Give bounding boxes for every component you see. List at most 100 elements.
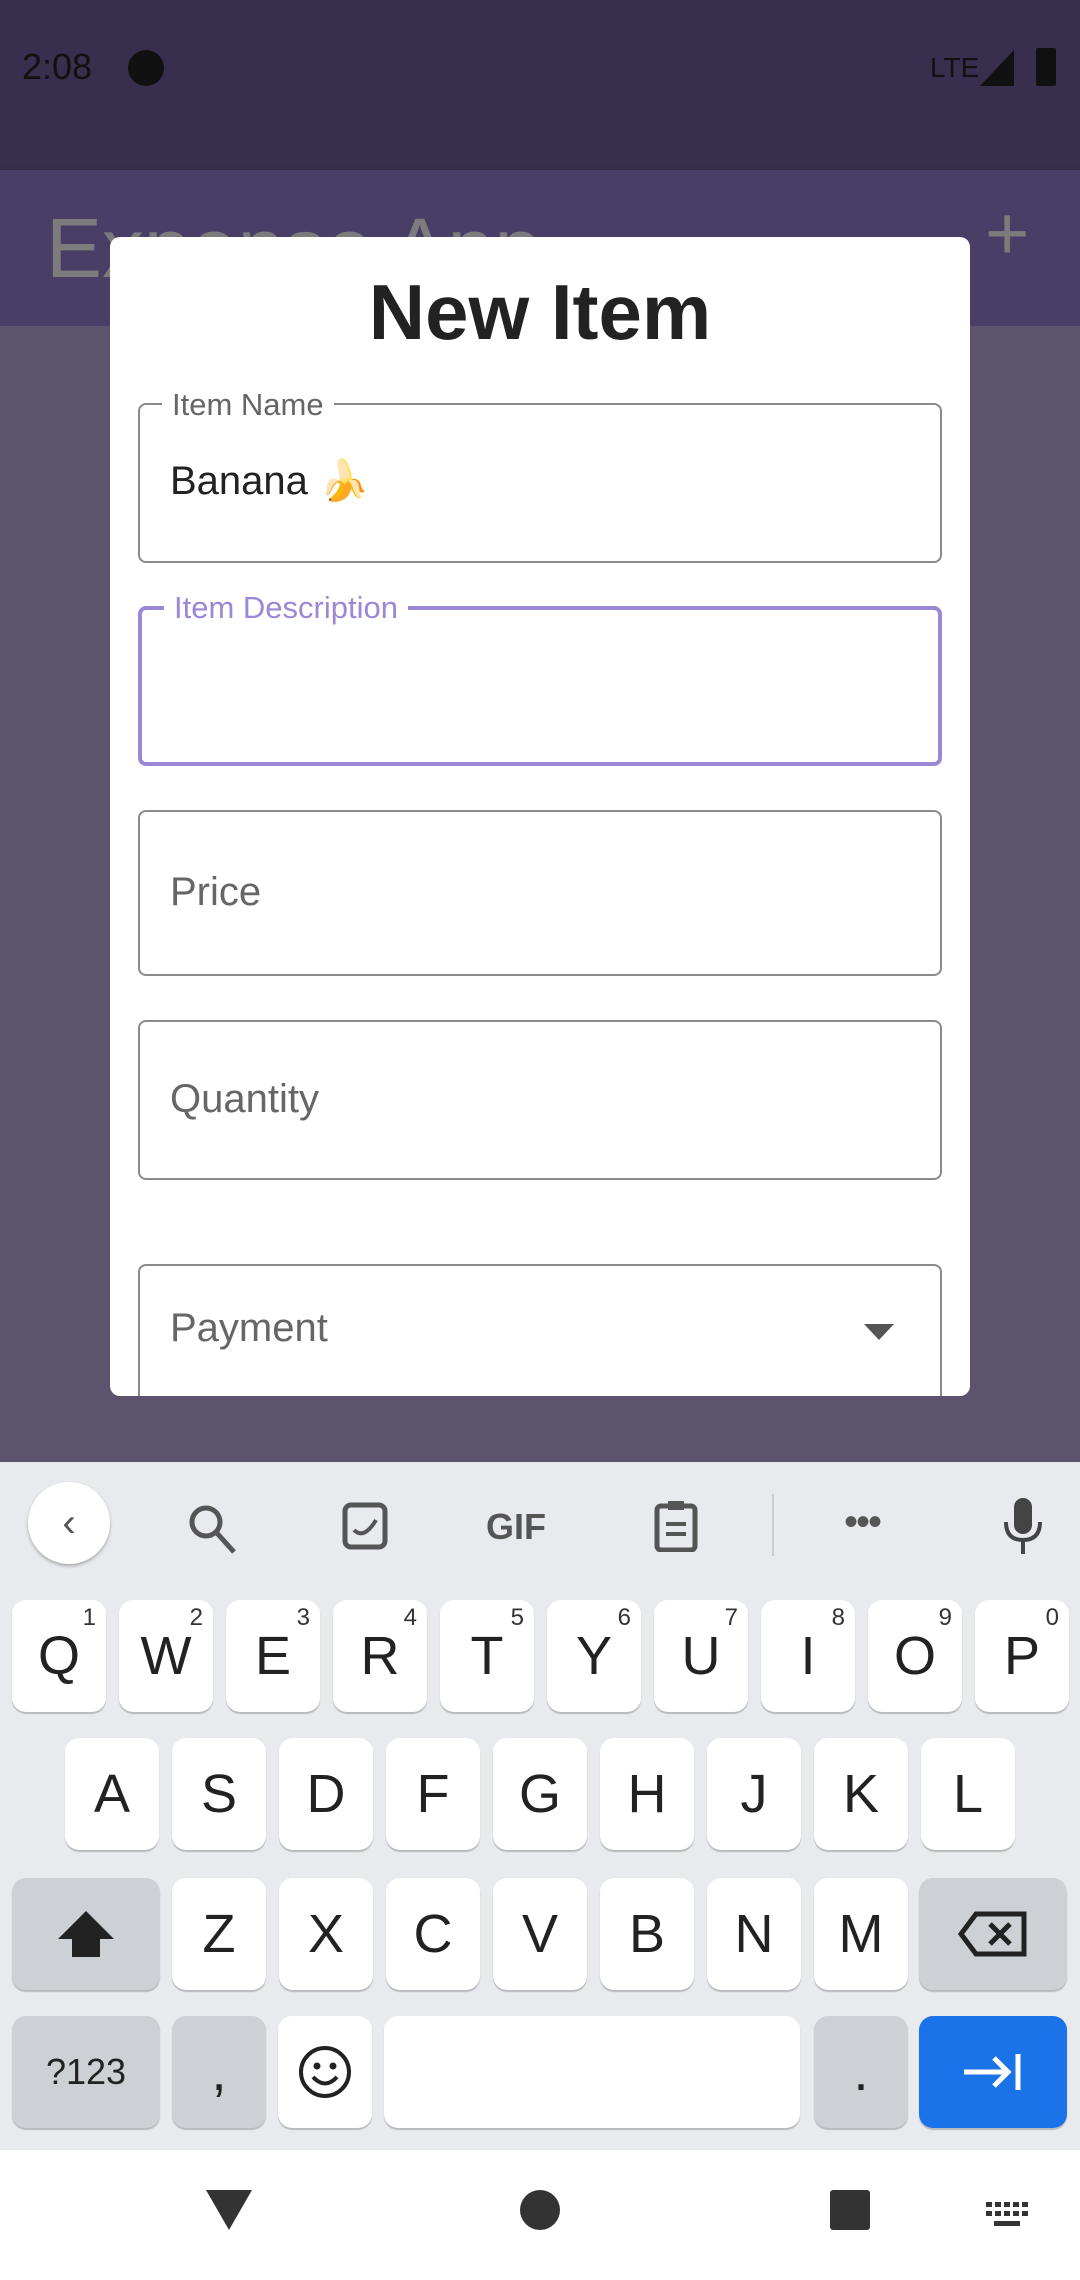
key-hint: 0 <box>1045 1604 1059 1631</box>
emoji-key[interactable] <box>278 2016 372 2128</box>
key-b[interactable]: B <box>600 1878 694 1990</box>
key-hint: 4 <box>403 1604 417 1631</box>
key-k[interactable]: K <box>814 1738 908 1850</box>
key-z[interactable]: Z <box>172 1878 266 1990</box>
period-key[interactable]: . <box>814 2016 908 2128</box>
key-x[interactable]: X <box>279 1878 373 1990</box>
key-label: Q <box>37 1626 80 1686</box>
signal-icon <box>980 50 1014 86</box>
quantity-field[interactable]: Quantity <box>138 1020 942 1180</box>
key-label: O <box>893 1626 936 1686</box>
key-label: M <box>838 1904 884 1964</box>
key-q[interactable]: Q1 <box>12 1600 106 1712</box>
key-g[interactable]: G <box>493 1738 587 1850</box>
clipboard-icon[interactable] <box>654 1500 698 1552</box>
key-t[interactable]: T5 <box>440 1600 534 1712</box>
key-label: Z <box>202 1904 236 1964</box>
key-a[interactable]: A <box>65 1738 159 1850</box>
key-h[interactable]: H <box>600 1738 694 1850</box>
item-name-field[interactable]: Item Name Banana 🍌 <box>138 387 942 563</box>
item-description-field[interactable]: Item Description <box>138 590 942 766</box>
key-label: I <box>800 1626 816 1686</box>
key-hint: 1 <box>82 1604 96 1631</box>
key-s[interactable]: S <box>172 1738 266 1850</box>
key-y[interactable]: Y6 <box>547 1600 641 1712</box>
key-label: F <box>416 1764 450 1824</box>
key-label: B <box>628 1904 666 1964</box>
item-name-label: Item Name <box>162 387 334 423</box>
key-o[interactable]: O9 <box>868 1600 962 1712</box>
key-i[interactable]: I8 <box>761 1600 855 1712</box>
item-name-value: Banana 🍌 <box>170 459 369 503</box>
dialog-title: New Item <box>368 268 712 356</box>
space-key[interactable] <box>384 2016 800 2128</box>
symbols-key[interactable]: ?123 <box>12 2016 160 2128</box>
microphone-icon[interactable] <box>1002 1498 1044 1554</box>
key-label: T <box>470 1626 504 1686</box>
key-u[interactable]: U7 <box>654 1600 748 1712</box>
key-n[interactable]: N <box>707 1878 801 1990</box>
key-label: K <box>842 1764 880 1824</box>
key-label: N <box>734 1904 774 1964</box>
key-hint: 5 <box>510 1604 524 1631</box>
key-hint: 2 <box>189 1604 203 1631</box>
key-v[interactable]: V <box>493 1878 587 1990</box>
key-label: E <box>254 1626 292 1686</box>
key-hint: 3 <box>296 1604 310 1631</box>
key-hint: 6 <box>617 1604 631 1631</box>
search-icon[interactable] <box>188 1504 236 1554</box>
keyboard-switch-icon[interactable] <box>986 2202 1028 2228</box>
key-label: J <box>740 1764 768 1824</box>
key-p[interactable]: P0 <box>975 1600 1069 1712</box>
keyboard: ‹ GIF ••• ?123 , . Q1W2E3R4T5Y6U7I8O9P0A… <box>0 1462 1080 2150</box>
collapse-toolbar-button[interactable]: ‹ <box>28 1482 110 1564</box>
key-d[interactable]: D <box>279 1738 373 1850</box>
tab-next-icon <box>964 2054 1021 2090</box>
status-time: 2:08 <box>22 46 93 87</box>
plus-icon[interactable]: + <box>985 190 1029 277</box>
key-label: P <box>1003 1626 1041 1686</box>
key-hint: 7 <box>724 1604 738 1631</box>
back-icon[interactable] <box>206 2190 252 2230</box>
price-field[interactable]: Price <box>138 810 942 976</box>
key-r[interactable]: R4 <box>333 1600 427 1712</box>
navigation-bar <box>0 2150 1080 2280</box>
key-label: X <box>307 1904 345 1964</box>
key-label: W <box>140 1626 192 1686</box>
shift-icon <box>58 1911 114 1957</box>
key-label: S <box>200 1764 238 1824</box>
key-label: Y <box>575 1626 613 1686</box>
more-icon[interactable]: ••• <box>844 1500 882 1545</box>
payment-placeholder: Payment <box>170 1306 328 1350</box>
price-placeholder: Price <box>170 870 262 914</box>
payment-dropdown[interactable]: Payment <box>138 1264 942 1396</box>
key-label: R <box>360 1626 400 1686</box>
gif-button[interactable]: GIF <box>486 1506 546 1548</box>
next-key[interactable] <box>919 2016 1067 2128</box>
app-notification-icon <box>128 50 164 86</box>
backspace-key[interactable] <box>919 1878 1067 1990</box>
sticker-icon[interactable] <box>342 1502 388 1550</box>
key-e[interactable]: E3 <box>226 1600 320 1712</box>
home-icon[interactable] <box>520 2190 560 2230</box>
key-hint: 8 <box>831 1604 845 1631</box>
key-l[interactable]: L <box>921 1738 1015 1850</box>
key-label: G <box>518 1764 561 1824</box>
key-label: H <box>627 1764 667 1824</box>
key-label: L <box>952 1764 984 1824</box>
key-f[interactable]: F <box>386 1738 480 1850</box>
emoji-icon <box>299 2046 351 2098</box>
shift-key[interactable] <box>12 1878 160 1990</box>
comma-key[interactable]: , <box>172 2016 266 2128</box>
key-c[interactable]: C <box>386 1878 480 1990</box>
key-label: V <box>521 1904 559 1964</box>
key-label: A <box>93 1764 131 1824</box>
dropdown-arrow-icon <box>864 1324 894 1340</box>
key-j[interactable]: J <box>707 1738 801 1850</box>
status-bar: 2:08 LTE <box>0 0 1080 170</box>
key-w[interactable]: W2 <box>119 1600 213 1712</box>
recents-icon[interactable] <box>830 2190 870 2230</box>
toolbar-divider <box>772 1494 774 1556</box>
key-m[interactable]: M <box>814 1878 908 1990</box>
item-description-label: Item Description <box>164 590 408 626</box>
